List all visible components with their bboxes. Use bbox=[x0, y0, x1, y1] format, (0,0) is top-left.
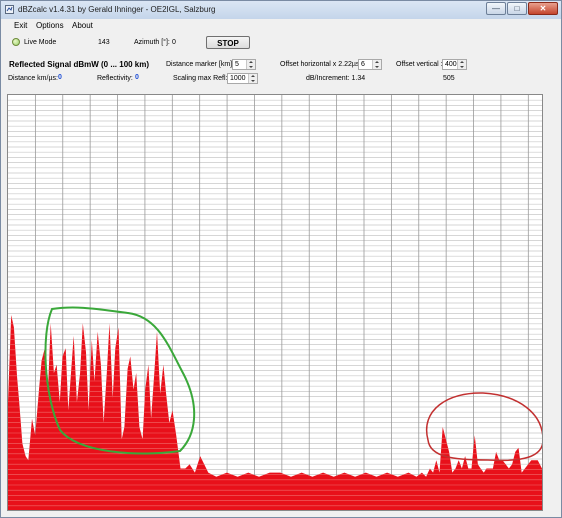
maximize-icon: □ bbox=[514, 4, 520, 13]
scaling-spinner[interactable]: 1000 bbox=[227, 73, 258, 84]
db-increment-label: dB/Increment: 1.34 bbox=[306, 75, 366, 82]
menu-options[interactable]: Options bbox=[36, 21, 64, 30]
offset-vertical-label: Offset vertical : bbox=[396, 61, 443, 68]
caption-buttons: — □ ✕ bbox=[485, 2, 558, 15]
scaling-label: Scaling max Refl: bbox=[173, 75, 228, 82]
reflectivity-value: 0 bbox=[135, 74, 139, 81]
offset-horizontal-spinner[interactable]: 6 bbox=[358, 59, 382, 70]
spinner-arrows-icon[interactable] bbox=[246, 60, 255, 69]
distance-label: Distance km/µs: bbox=[8, 75, 58, 82]
reflectivity-label: Reflectivity: bbox=[97, 75, 133, 82]
close-icon: ✕ bbox=[539, 4, 547, 13]
distance-marker-spinner[interactable]: 5 bbox=[232, 59, 256, 70]
signal-plot bbox=[7, 94, 543, 511]
azimuth-value: 0 bbox=[172, 39, 176, 46]
title-bar[interactable]: dBZcalc v1.4.31 by Gerald Ihninger - OE2… bbox=[1, 1, 561, 19]
spinner-arrows-icon[interactable] bbox=[248, 74, 257, 83]
maximize-button[interactable]: □ bbox=[507, 2, 527, 15]
spinner-arrows-icon[interactable] bbox=[457, 60, 466, 69]
distance-marker-value: 5 bbox=[235, 61, 239, 68]
menu-exit[interactable]: Exit bbox=[14, 21, 27, 30]
minimize-button[interactable]: — bbox=[486, 2, 506, 15]
stop-button[interactable]: STOP bbox=[206, 36, 250, 49]
distance-value: 0 bbox=[58, 74, 62, 81]
azimuth-label: Azimuth [°]: bbox=[134, 39, 170, 46]
app-window: dBZcalc v1.4.31 by Gerald Ihninger - OE2… bbox=[0, 0, 562, 518]
live-mode-indicator-icon bbox=[12, 38, 20, 46]
live-mode-label: Live Mode bbox=[24, 39, 57, 46]
minimize-icon: — bbox=[492, 4, 500, 13]
offset-vertical-value: 400 bbox=[445, 61, 457, 68]
count-value: 143 bbox=[98, 39, 110, 46]
section-title: Reflected Signal dBmW (0 ... 100 km) bbox=[9, 60, 150, 69]
offset-horizontal-label: Offset horizontal x 2.22µs : bbox=[280, 61, 364, 68]
offset-horizontal-value: 6 bbox=[361, 61, 365, 68]
distance-marker-label: Distance marker [km]: bbox=[166, 61, 235, 68]
close-button[interactable]: ✕ bbox=[528, 2, 558, 15]
menu-about[interactable]: About bbox=[72, 21, 93, 30]
window-title: dBZcalc v1.4.31 by Gerald Ihninger - OE2… bbox=[18, 5, 216, 14]
spinner-arrows-icon[interactable] bbox=[372, 60, 381, 69]
menu-bar: Exit Options About bbox=[1, 19, 561, 31]
signal-chart bbox=[8, 95, 542, 510]
right-value: 505 bbox=[443, 75, 455, 82]
offset-vertical-spinner[interactable]: 400 bbox=[442, 59, 467, 70]
scaling-value: 1000 bbox=[230, 75, 246, 82]
app-icon bbox=[5, 5, 14, 14]
